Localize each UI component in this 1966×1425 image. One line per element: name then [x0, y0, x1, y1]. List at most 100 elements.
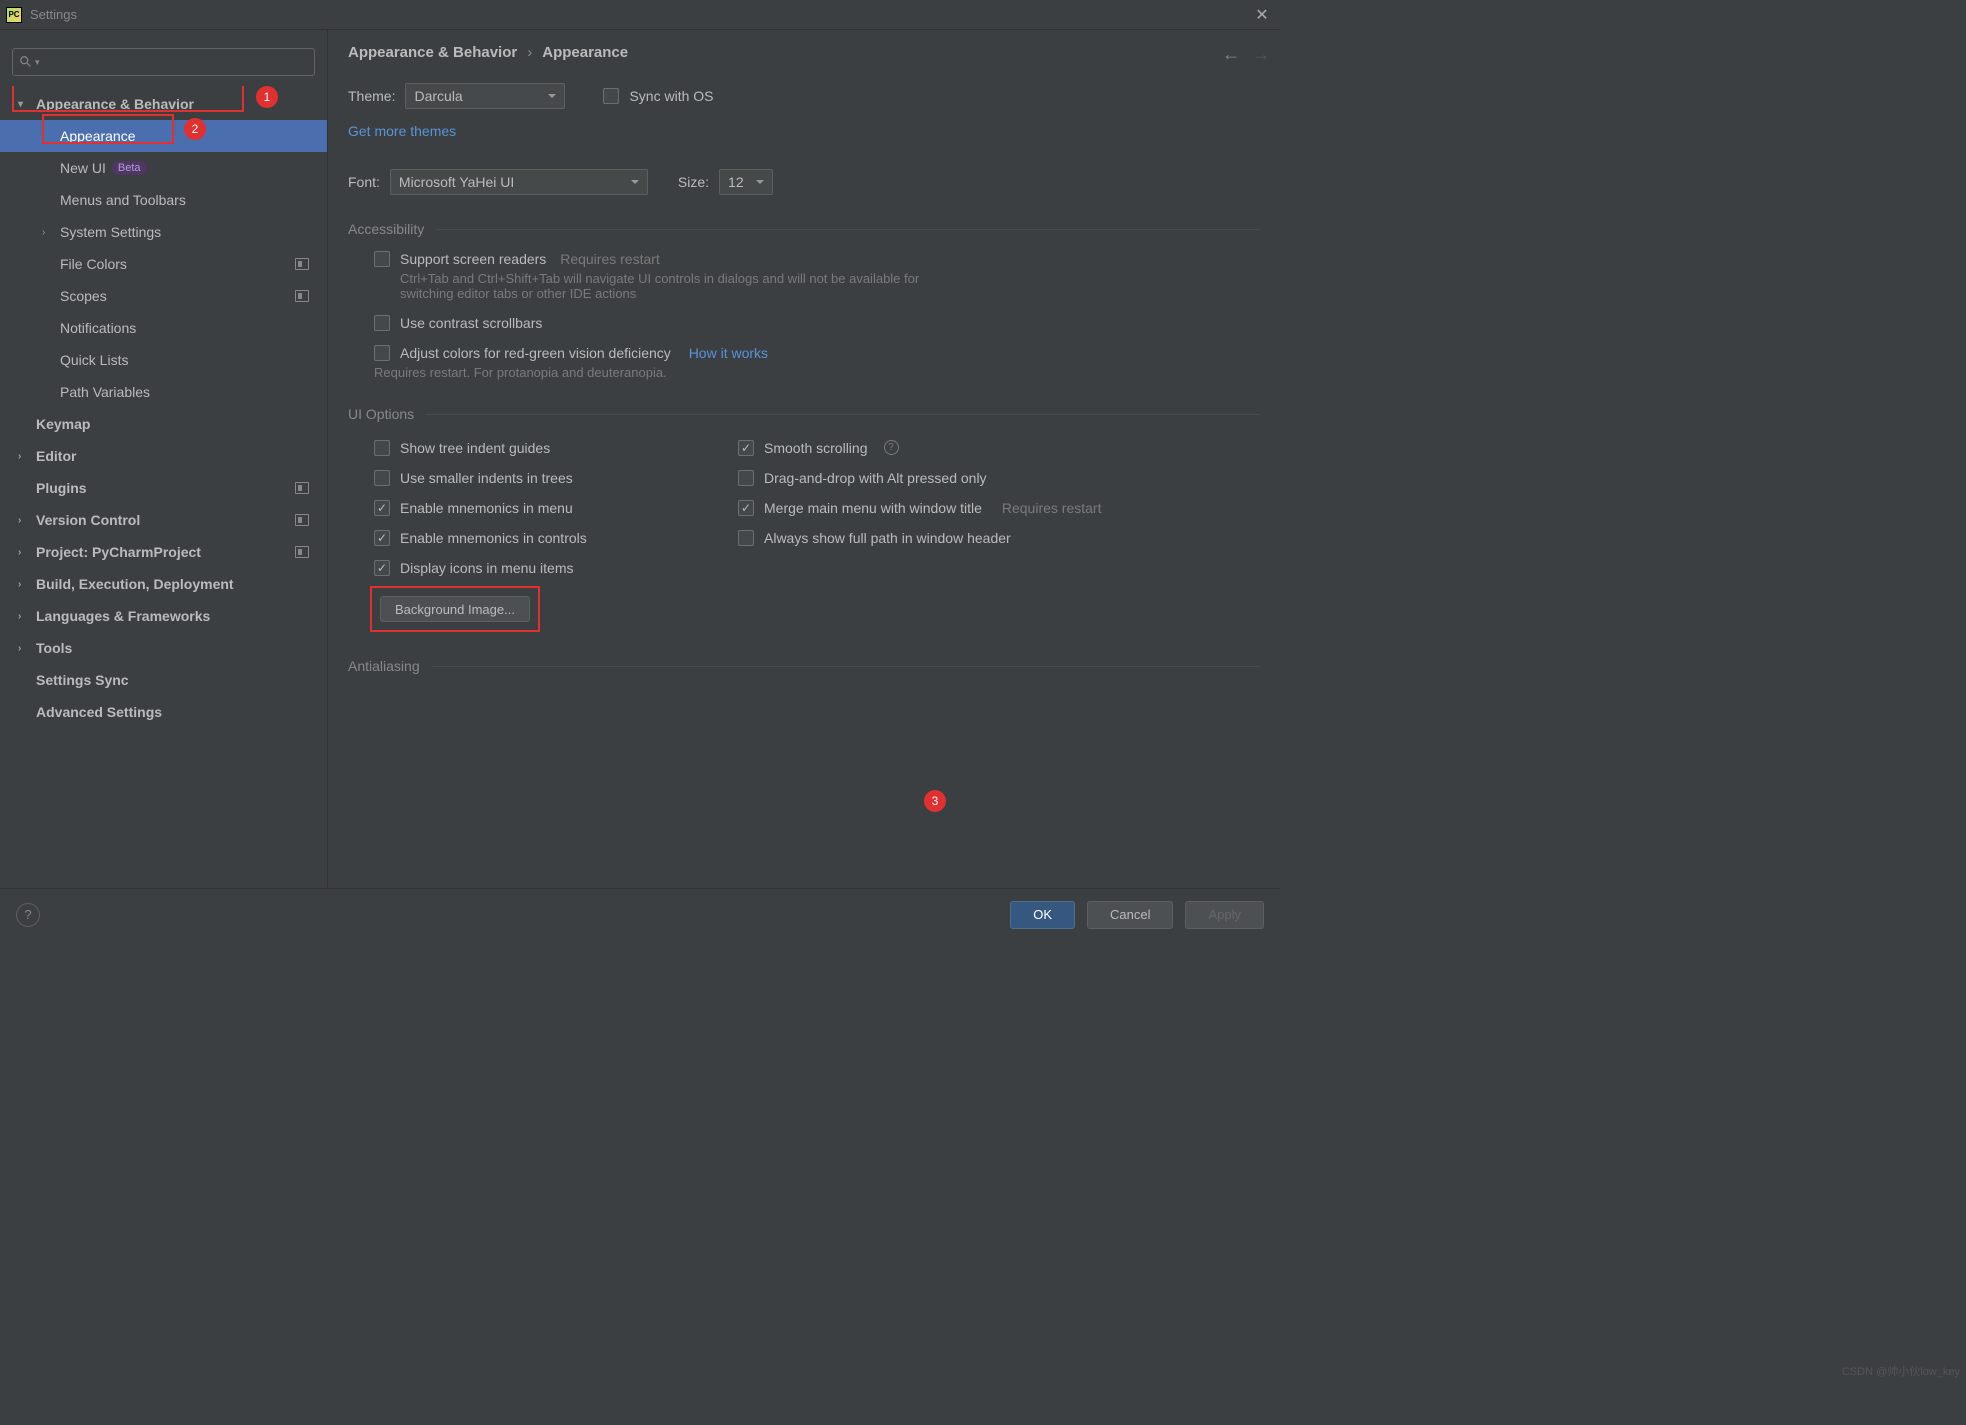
tree-new-ui[interactable]: New UIBeta — [0, 152, 327, 184]
how-it-works-link[interactable]: How it works — [689, 345, 768, 361]
crumb-sep: › — [527, 44, 532, 61]
theme-value: Darcula — [414, 88, 462, 104]
display-icons-label: Display icons in menu items — [400, 560, 574, 576]
tree-quick-lists[interactable]: Quick Lists — [0, 344, 327, 376]
mnemonics-menu-label: Enable mnemonics in menu — [400, 500, 573, 516]
tree-version-control[interactable]: ›Version Control — [0, 504, 327, 536]
help-button[interactable]: ? — [16, 903, 40, 927]
tree-label: Plugins — [36, 480, 87, 496]
cancel-button[interactable]: Cancel — [1087, 901, 1173, 929]
tree-label: Menus and Toolbars — [60, 192, 186, 208]
tree-label: Notifications — [60, 320, 136, 336]
full-path-checkbox[interactable] — [738, 530, 754, 546]
screen-readers-checkbox[interactable] — [374, 251, 390, 267]
tree-label: Appearance & Behavior — [36, 96, 194, 112]
tree-label: Project: PyCharmProject — [36, 544, 201, 560]
tree-advanced[interactable]: ›Advanced Settings — [0, 696, 327, 728]
tree-settings-sync[interactable]: ›Settings Sync — [0, 664, 327, 696]
merge-menu-checkbox[interactable] — [738, 500, 754, 516]
ui-options-title: UI Options — [348, 406, 414, 422]
adjust-colors-checkbox[interactable] — [374, 345, 390, 361]
tree-tools[interactable]: ›Tools — [0, 632, 327, 664]
smaller-indents-label: Use smaller indents in trees — [400, 470, 573, 486]
tree-indent-checkbox[interactable] — [374, 440, 390, 456]
beta-badge: Beta — [112, 161, 147, 175]
mnemonics-controls-checkbox[interactable] — [374, 530, 390, 546]
sync-os-label: Sync with OS — [629, 88, 713, 104]
theme-select[interactable]: Darcula — [405, 83, 565, 109]
tree-plugins[interactable]: ›Plugins — [0, 472, 327, 504]
breadcrumb: Appearance & Behavior › Appearance — [348, 44, 1260, 61]
size-label: Size: — [678, 174, 709, 190]
contrast-label: Use contrast scrollbars — [400, 315, 542, 331]
tree-path-variables[interactable]: Path Variables — [0, 376, 327, 408]
crumb-parent[interactable]: Appearance & Behavior — [348, 44, 517, 61]
display-icons-checkbox[interactable] — [374, 560, 390, 576]
search-icon — [19, 55, 33, 69]
smooth-label: Smooth scrolling — [764, 440, 868, 456]
window-title: Settings — [30, 7, 77, 22]
smooth-checkbox[interactable] — [738, 440, 754, 456]
close-icon[interactable]: ✕ — [1250, 5, 1274, 25]
tree-appearance[interactable]: Appearance — [0, 120, 327, 152]
tree-label: Tools — [36, 640, 72, 656]
tree-label: Scopes — [60, 288, 107, 304]
background-image-button[interactable]: Background Image... — [380, 596, 530, 622]
tree-scopes[interactable]: Scopes — [0, 280, 327, 312]
titlebar: PC Settings ✕ — [0, 0, 1280, 30]
tree-langs[interactable]: ›Languages & Frameworks — [0, 600, 327, 632]
project-icon — [295, 546, 309, 558]
tree-keymap[interactable]: ›Keymap — [0, 408, 327, 440]
screen-readers-label: Support screen readers — [400, 251, 546, 267]
smaller-indents-checkbox[interactable] — [374, 470, 390, 486]
tree-menus-toolbars[interactable]: Menus and Toolbars — [0, 184, 327, 216]
tree-build[interactable]: ›Build, Execution, Deployment — [0, 568, 327, 600]
forward-icon: → — [1252, 44, 1270, 65]
mnemonics-controls-label: Enable mnemonics in controls — [400, 530, 587, 546]
back-icon[interactable]: ← — [1222, 44, 1240, 65]
crumb-current: Appearance — [542, 44, 628, 61]
bg-image-label: Background Image... — [395, 602, 515, 617]
contrast-checkbox[interactable] — [374, 315, 390, 331]
tree-label: Version Control — [36, 512, 140, 528]
mnemonics-menu-checkbox[interactable] — [374, 500, 390, 516]
font-value: Microsoft YaHei UI — [399, 174, 514, 190]
tree-project[interactable]: ›Project: PyCharmProject — [0, 536, 327, 568]
ok-button[interactable]: OK — [1010, 901, 1075, 929]
apply-button[interactable]: Apply — [1185, 901, 1264, 929]
tree-file-colors[interactable]: File Colors — [0, 248, 327, 280]
merge-menu-hint: Requires restart — [1002, 500, 1102, 516]
size-select[interactable]: 12 — [719, 169, 773, 195]
help-icon[interactable]: ? — [884, 440, 899, 455]
annotation-badge-2: 2 — [184, 118, 206, 140]
font-select[interactable]: Microsoft YaHei UI — [390, 169, 648, 195]
tree-label: File Colors — [60, 256, 127, 272]
get-themes-link[interactable]: Get more themes — [348, 123, 456, 139]
tree-notifications[interactable]: Notifications — [0, 312, 327, 344]
tree-appearance-behavior[interactable]: ▾Appearance & Behavior — [0, 88, 327, 120]
adjust-colors-sub: Requires restart. For protanopia and deu… — [374, 365, 768, 380]
merge-menu-label: Merge main menu with window title — [764, 500, 982, 516]
adjust-colors-label: Adjust colors for red-green vision defic… — [400, 345, 671, 361]
ok-label: OK — [1033, 907, 1052, 922]
tree-label: Keymap — [36, 416, 90, 432]
project-icon — [295, 514, 309, 526]
tree-system-settings[interactable]: ›System Settings — [0, 216, 327, 248]
tree-editor[interactable]: ›Editor — [0, 440, 327, 472]
annotation-badge-1: 1 — [256, 86, 278, 108]
sync-os-checkbox[interactable] — [603, 88, 619, 104]
font-label: Font: — [348, 174, 380, 190]
accessibility-title: Accessibility — [348, 221, 424, 237]
search-input[interactable]: ▾ — [12, 48, 315, 76]
settings-tree: ▾Appearance & Behavior 1 Appearance 2 Ne… — [0, 86, 327, 888]
tree-label: System Settings — [60, 224, 161, 240]
antialiasing-title: Antialiasing — [348, 658, 420, 674]
tree-label: Editor — [36, 448, 76, 464]
dnd-alt-checkbox[interactable] — [738, 470, 754, 486]
tree-label: Settings Sync — [36, 672, 129, 688]
tree-label: Languages & Frameworks — [36, 608, 210, 624]
sidebar: ▾ ▾Appearance & Behavior 1 Appearance 2 … — [0, 30, 328, 888]
footer: ? OK Cancel Apply — [0, 888, 1280, 940]
size-value: 12 — [728, 174, 744, 190]
theme-label: Theme: — [348, 88, 395, 104]
